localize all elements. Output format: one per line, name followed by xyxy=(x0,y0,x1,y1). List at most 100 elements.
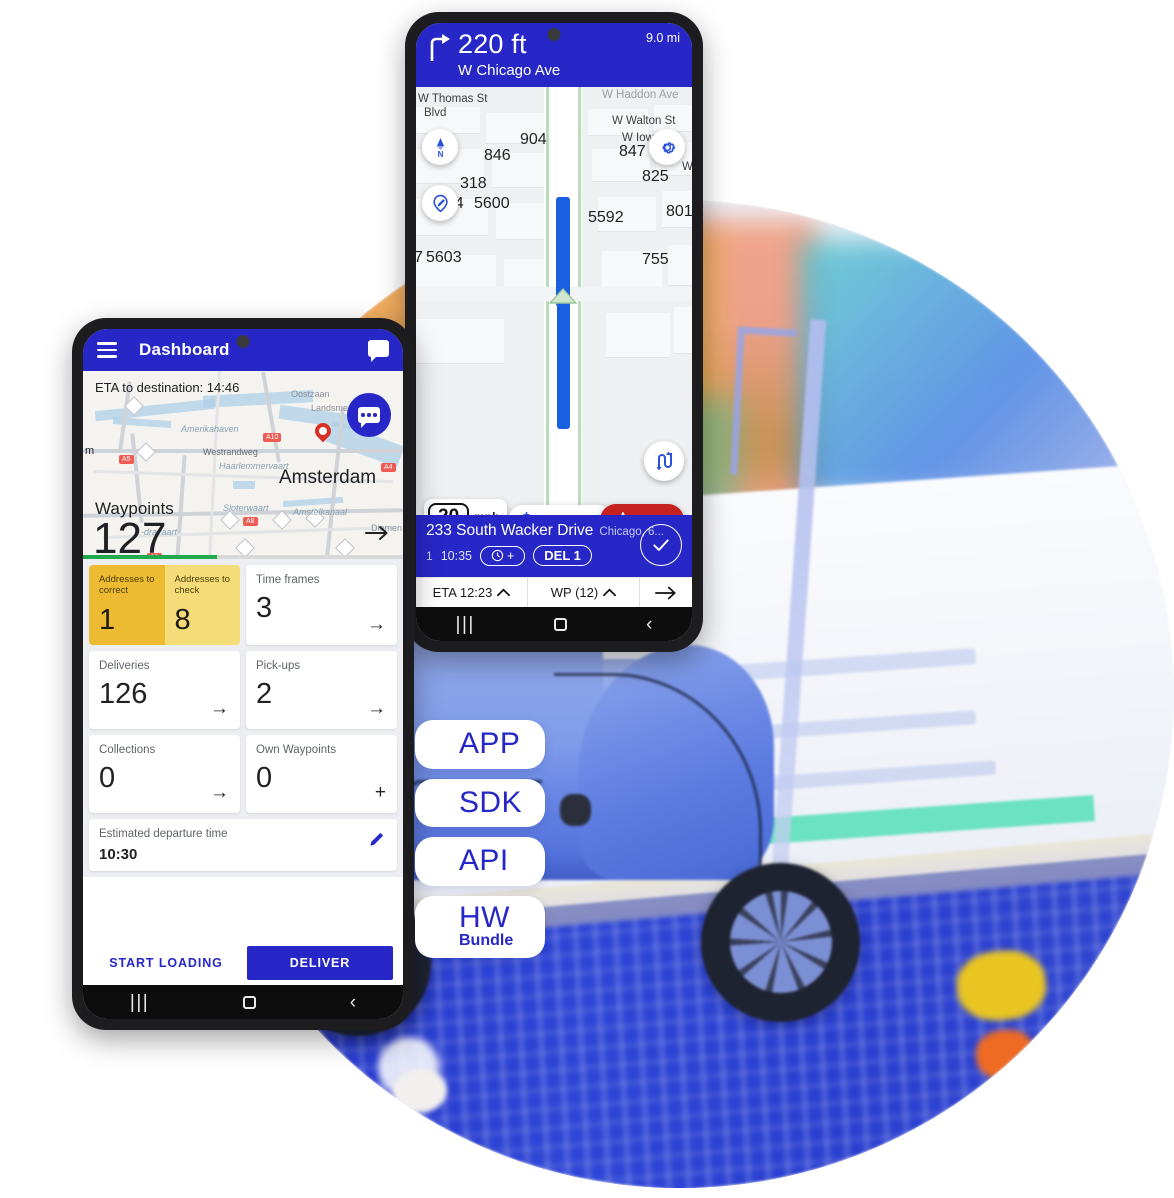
swap-routes-icon[interactable] xyxy=(644,441,684,481)
offering-pill-sdk[interactable]: SDK xyxy=(415,778,545,828)
plus-icon[interactable]: + xyxy=(375,782,386,804)
map-street-label: W Thomas St xyxy=(418,93,488,105)
map-house-number: 847 xyxy=(619,143,646,160)
navigation-map[interactable]: W Thomas St Blvd W Haddon Ave W Walton S… xyxy=(416,87,692,543)
route-overview-map[interactable]: A10 A5 A8 A4 A1 Oostzaan Landsmeer Ameri… xyxy=(83,371,403,559)
messages-fab[interactable] xyxy=(347,393,391,437)
addresses-to-correct[interactable]: Addresses to correct 1 xyxy=(89,565,165,646)
map-place-label: Amerikahaven xyxy=(181,424,239,434)
back-icon[interactable]: ‹ xyxy=(646,615,652,634)
arrow-right-icon[interactable]: → xyxy=(210,782,229,804)
route-progress-bar xyxy=(83,555,403,559)
turn-right-icon xyxy=(430,34,450,61)
navigation-phone: 220 ft W Chicago Ave 9.0 mi W Thomas St … xyxy=(405,12,703,652)
offering-pill-hw-bundle[interactable]: HW Bundle xyxy=(415,895,545,959)
map-house-number: 5603 xyxy=(426,249,462,266)
start-loading-button[interactable]: START LOADING xyxy=(93,947,239,979)
eta-to-destination: ETA to destination: 14:46 xyxy=(95,380,240,395)
dashboard-action-bar: START LOADING DELIVER xyxy=(83,941,403,985)
eta-button[interactable]: ETA 12:23 xyxy=(416,578,528,607)
map-place-label: Westrandweg xyxy=(203,447,258,457)
offering-title: APP xyxy=(459,727,521,760)
add-time-pill[interactable]: + xyxy=(479,545,526,566)
svg-text:N: N xyxy=(437,150,443,157)
order-type-pill[interactable]: DEL 1 xyxy=(533,545,592,566)
map-house-number: 755 xyxy=(642,251,669,268)
offering-pill-app[interactable]: APP xyxy=(415,720,545,769)
recents-icon[interactable]: ||| xyxy=(130,993,149,1012)
home-icon[interactable] xyxy=(553,617,567,631)
chevron-up-icon xyxy=(603,588,617,597)
stats-grid: Addresses to correct 1 Addresses to chec… xyxy=(89,565,397,814)
deliveries-card[interactable]: Deliveries 126 → xyxy=(89,651,240,730)
next-waypoint-button[interactable] xyxy=(640,578,692,607)
open-route-button[interactable] xyxy=(365,521,389,547)
map-house-number: 825 xyxy=(642,168,669,185)
chat-bubble-dots-icon xyxy=(358,407,380,428)
dashboard-stats: Addresses to correct 1 Addresses to chec… xyxy=(83,559,403,878)
offering-title: SDK xyxy=(459,785,522,819)
arrow-right-icon[interactable]: → xyxy=(210,698,229,720)
destination-address: 233 South Wacker Drive xyxy=(426,522,594,539)
stat-label: Pick-ups xyxy=(256,660,301,673)
confirm-delivery-button[interactable] xyxy=(640,524,682,566)
stat-label: Collections xyxy=(99,744,156,757)
chevron-up-icon xyxy=(497,588,511,597)
offering-subtitle: Bundle xyxy=(459,932,514,950)
highway-shield: A10 xyxy=(263,433,282,442)
next-street-name: W Chicago Ave xyxy=(458,62,561,79)
back-icon[interactable]: ‹ xyxy=(350,993,356,1012)
departure-value: 10:30 xyxy=(99,846,138,864)
add-time-plus: + xyxy=(506,548,515,563)
dashboard-phone: Dashboard A10 A5 A8 A4 Oostzaan Landsmee… xyxy=(72,318,414,1030)
waypoints-count: 127 xyxy=(93,514,167,560)
trip-remaining-distance: 9.0 mi xyxy=(645,31,680,45)
addresses-card[interactable]: Addresses to correct 1 Addresses to chec… xyxy=(89,565,240,646)
departure-time-card[interactable]: Estimated departure time 10:30 xyxy=(89,819,397,872)
map-street-label: W R xyxy=(682,161,692,173)
hamburger-menu-icon[interactable] xyxy=(97,342,117,358)
gear-icon[interactable] xyxy=(649,129,685,165)
waypoint-edit-icon[interactable] xyxy=(422,185,458,221)
offering-pill-api[interactable]: API xyxy=(415,837,545,886)
map-street-label: W Haddon Ave xyxy=(602,89,679,101)
map-place-label: Sloterwaart xyxy=(223,503,269,513)
addresses-to-check[interactable]: Addresses to check 8 xyxy=(164,565,240,646)
navigation-footer: ETA 12:23 WP (12) xyxy=(416,577,692,607)
waypoints-button[interactable]: WP (12) xyxy=(528,578,640,607)
highway-shield: A4 xyxy=(381,463,396,472)
home-icon[interactable] xyxy=(242,995,256,1009)
map-house-number: 801 xyxy=(666,203,692,220)
map-street-label: Blvd xyxy=(424,107,447,119)
offering-title: API xyxy=(459,844,509,878)
clock-plus-icon xyxy=(491,549,504,562)
destination-time: 10:35 xyxy=(440,548,472,563)
system-navigation-bar: ||| ‹ xyxy=(416,607,692,641)
vehicle-position-marker xyxy=(548,287,578,304)
departure-label: Estimated departure time xyxy=(99,828,228,841)
current-destination-bar[interactable]: 233 South Wacker Drive Chicago, 6... 1 1… xyxy=(416,515,692,577)
front-camera-dot xyxy=(547,28,561,41)
arrow-right-icon[interactable]: → xyxy=(367,614,386,636)
stat-label: Addresses to check xyxy=(174,574,230,597)
chat-bubble-icon[interactable] xyxy=(368,340,389,362)
checkmark-icon xyxy=(653,539,669,551)
stat-label: Addresses to correct xyxy=(99,574,155,597)
arrow-right-icon[interactable]: → xyxy=(367,698,386,720)
front-camera-dot xyxy=(236,335,250,348)
time-frames-card[interactable]: Time frames 3 → xyxy=(246,565,397,646)
deliver-button[interactable]: DELIVER xyxy=(247,946,393,980)
highway-shield: A8 xyxy=(243,517,258,526)
recents-icon[interactable]: ||| xyxy=(456,615,475,634)
stat-value: 8 xyxy=(174,604,191,637)
eta-label: ETA 12:23 xyxy=(432,585,493,600)
pencil-icon[interactable] xyxy=(368,831,385,848)
own-waypoints-card[interactable]: Own Waypoints 0 + xyxy=(246,735,397,814)
map-city-label: Amsterdam xyxy=(279,467,377,488)
north-compass-icon[interactable]: N xyxy=(422,129,458,165)
collections-card[interactable]: Collections 0 → xyxy=(89,735,240,814)
map-house-number: 904 xyxy=(520,131,547,148)
map-place-label: Oostzaan xyxy=(291,389,330,399)
pickups-card[interactable]: Pick-ups 2 → xyxy=(246,651,397,730)
map-street-label: W Walton St xyxy=(612,115,676,127)
